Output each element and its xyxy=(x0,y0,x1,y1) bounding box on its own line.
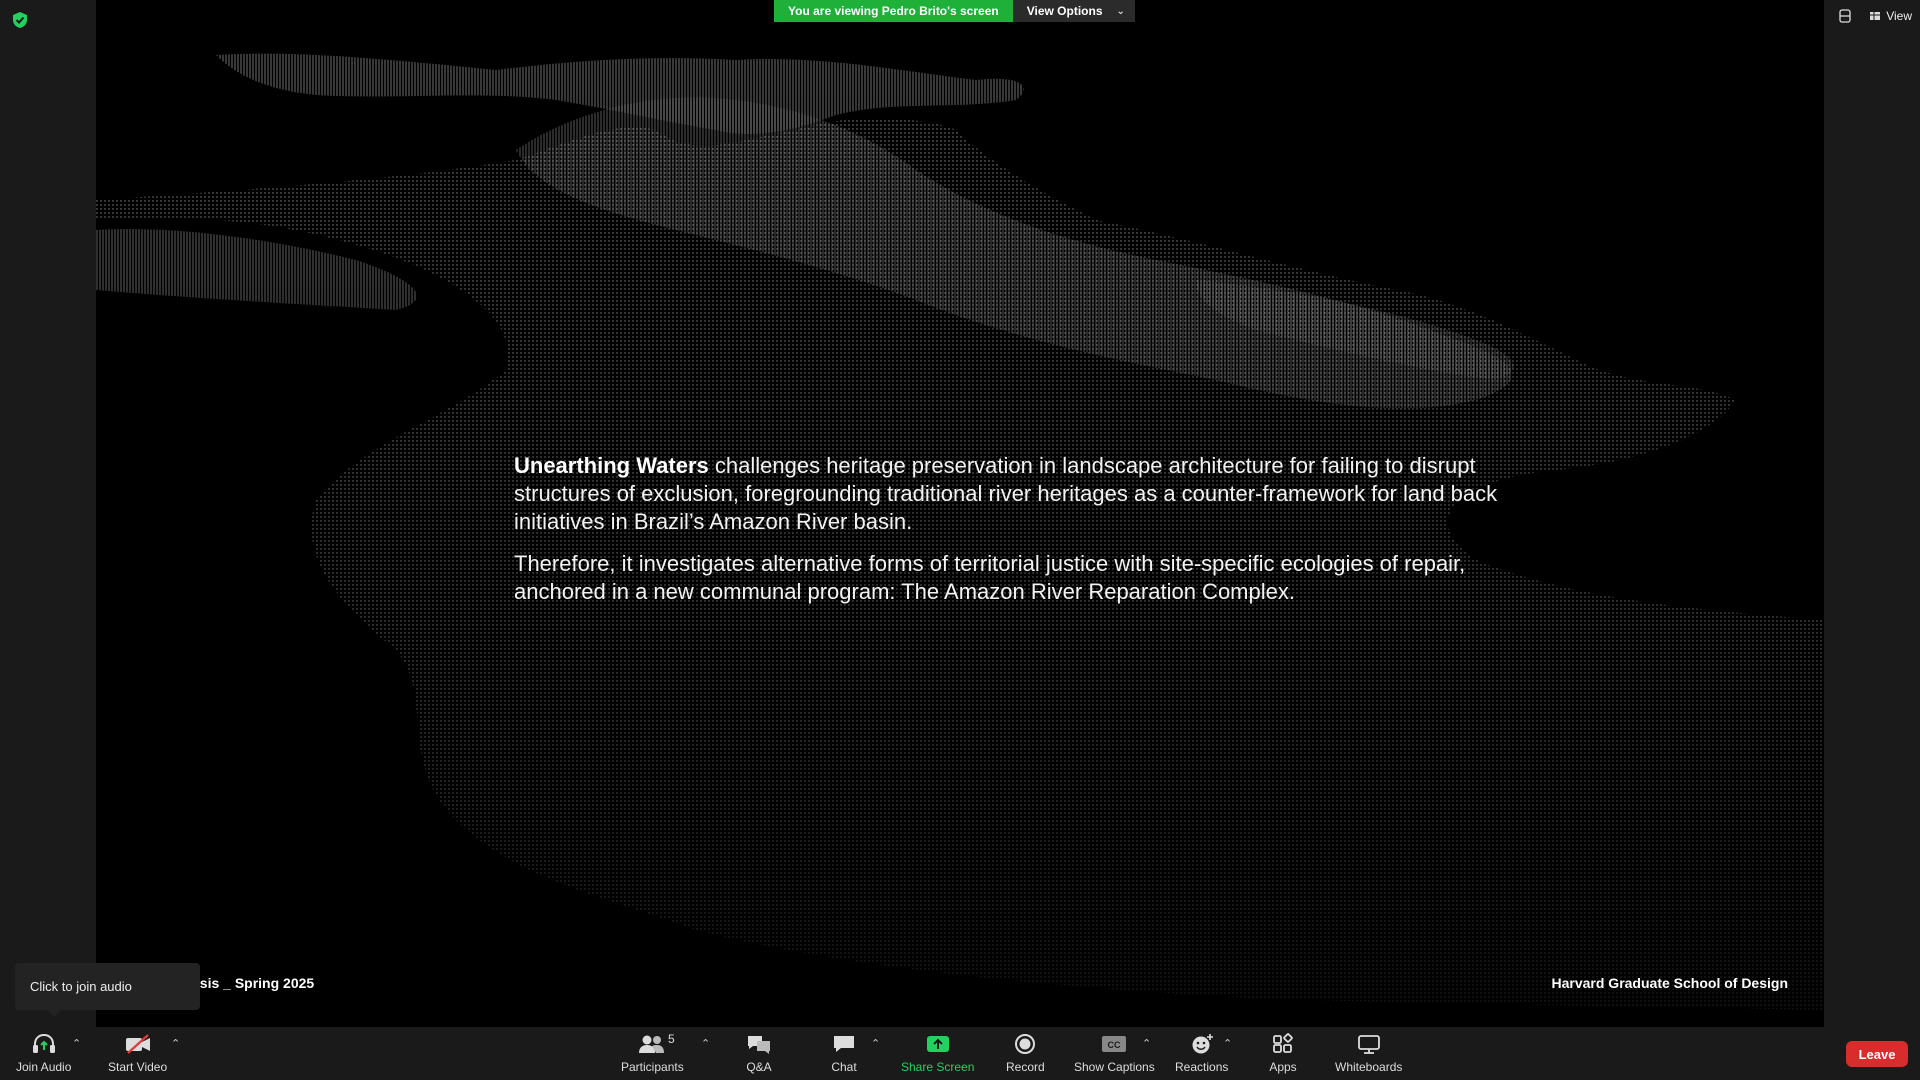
view-button[interactable]: View xyxy=(1869,9,1912,23)
record-label: Record xyxy=(1006,1060,1045,1074)
apps-label: Apps xyxy=(1269,1060,1297,1074)
reactions-label: Reactions xyxy=(1175,1060,1229,1074)
shield-icon[interactable] xyxy=(11,11,29,29)
qa-icon xyxy=(744,1031,774,1057)
participants-icon xyxy=(637,1031,667,1057)
right-panel xyxy=(1824,0,1920,1027)
chevron-up-icon[interactable]: ⌃ xyxy=(171,1037,180,1050)
slide-paragraph-1: Unearthing Waters challenges heritage pr… xyxy=(514,452,1504,536)
whiteboards-label: Whiteboards xyxy=(1335,1060,1403,1074)
view-label: View xyxy=(1886,9,1912,23)
top-right-controls: View xyxy=(1837,8,1912,24)
participants-label: Participants xyxy=(621,1060,684,1074)
chevron-up-icon[interactable]: ⌃ xyxy=(701,1037,710,1050)
svg-text:CC: CC xyxy=(1108,1040,1121,1050)
reactions-icon xyxy=(1187,1031,1217,1057)
shared-screen: Unearthing Waters challenges heritage pr… xyxy=(96,0,1824,1027)
slide-title-bold: Unearthing Waters xyxy=(514,453,709,478)
left-panel xyxy=(0,0,96,1027)
participants-count: 5 xyxy=(668,1032,675,1046)
show-captions-label: Show Captions xyxy=(1074,1060,1155,1074)
headphones-icon xyxy=(29,1031,59,1057)
start-video-label: Start Video xyxy=(108,1060,168,1074)
share-screen-label: Share Screen xyxy=(901,1060,975,1074)
leave-button[interactable]: Leave xyxy=(1846,1041,1908,1067)
start-video-button[interactable]: Start Video xyxy=(108,1031,167,1074)
chat-button[interactable]: Chat xyxy=(829,1031,859,1074)
slide-footer-right: Harvard Graduate School of Design xyxy=(1551,975,1789,991)
layout-icon[interactable] xyxy=(1837,8,1853,24)
video-off-icon xyxy=(123,1031,153,1057)
meeting-toolbar: Join Audio ⌃ Start Video ⌃ Participants … xyxy=(0,1027,1920,1080)
join-audio-tooltip: Click to join audio xyxy=(15,963,200,1017)
apps-button[interactable]: Apps xyxy=(1268,1031,1298,1074)
qa-button[interactable]: Q&A xyxy=(744,1031,774,1074)
join-audio-label: Join Audio xyxy=(16,1060,72,1074)
chevron-up-icon[interactable]: ⌃ xyxy=(72,1037,81,1050)
view-options-button[interactable]: View Options ⌄ xyxy=(1012,0,1135,22)
whiteboards-button[interactable]: Whiteboards xyxy=(1335,1031,1402,1074)
apps-icon xyxy=(1268,1031,1298,1057)
chevron-up-icon[interactable]: ⌃ xyxy=(1223,1037,1232,1050)
whiteboard-icon xyxy=(1354,1031,1384,1057)
qa-label: Q&A xyxy=(746,1060,772,1074)
chevron-up-icon[interactable]: ⌃ xyxy=(1142,1037,1151,1050)
share-screen-icon xyxy=(923,1031,953,1057)
record-icon xyxy=(1010,1031,1040,1057)
chat-icon xyxy=(829,1031,859,1057)
viewing-label: You are viewing Pedro Brito's screen xyxy=(774,0,1013,22)
join-audio-button[interactable]: Join Audio xyxy=(16,1031,71,1074)
view-options-label: View Options xyxy=(1026,4,1103,18)
viewing-banner: You are viewing Pedro Brito's screen Vie… xyxy=(774,0,1135,22)
record-button[interactable]: Record xyxy=(1006,1031,1045,1074)
captions-icon: CC xyxy=(1099,1031,1129,1057)
slide-footer-left: esis _ Spring 2025 xyxy=(192,975,315,991)
share-screen-button[interactable]: Share Screen xyxy=(901,1031,974,1074)
zoom-meeting-window: Unearthing Waters challenges heritage pr… xyxy=(0,0,1920,1080)
view-icon xyxy=(1870,12,1881,20)
reactions-button[interactable]: Reactions xyxy=(1175,1031,1228,1074)
chevron-up-icon[interactable]: ⌃ xyxy=(871,1037,880,1050)
slide-body-text: Unearthing Waters challenges heritage pr… xyxy=(514,452,1504,620)
chat-label: Chat xyxy=(831,1060,857,1074)
slide-paragraph-2: Therefore, it investigates alternative f… xyxy=(514,551,1466,604)
chevron-down-icon: ⌄ xyxy=(1116,5,1125,17)
